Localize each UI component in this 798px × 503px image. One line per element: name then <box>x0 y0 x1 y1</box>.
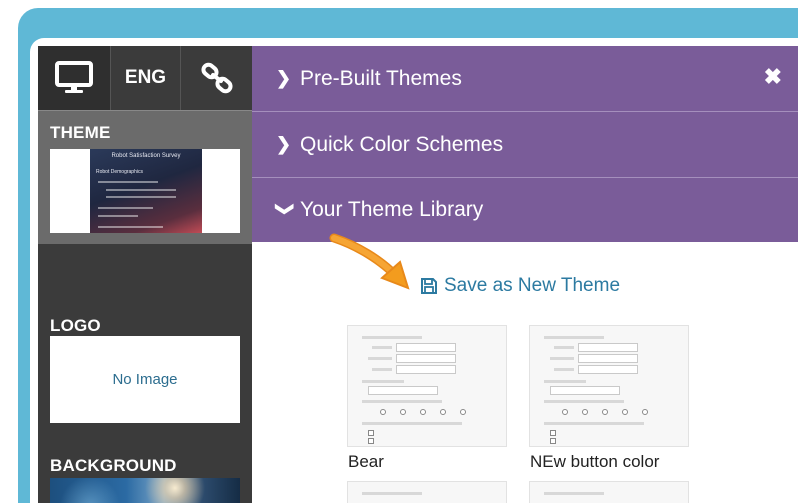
background-label: BACKGROUND <box>50 456 177 475</box>
theme-preview-line <box>98 207 153 209</box>
card-radio <box>380 409 386 415</box>
theme-sidebar: ENG THEME Robot Satisfaction Survey Robo… <box>38 46 252 503</box>
save-as-new-theme-label: Save as New Theme <box>444 275 621 296</box>
accordion-quick-colors-label: Quick Color Schemes <box>300 132 504 156</box>
card-text-line <box>362 400 442 403</box>
theme-preview-line <box>98 226 163 228</box>
theme-preview-line <box>106 189 176 191</box>
theme-card-name[interactable]: NEw button color <box>530 452 659 472</box>
card-text-line <box>372 368 392 371</box>
card-checkbox <box>368 430 374 436</box>
card-radio <box>622 409 628 415</box>
card-radio <box>460 409 466 415</box>
card-text-line <box>372 346 392 349</box>
link-button[interactable] <box>181 46 252 110</box>
theme-label: THEME <box>50 123 111 142</box>
theme-card[interactable] <box>347 481 507 503</box>
theme-card-new-button-color[interactable] <box>529 325 689 447</box>
card-field <box>578 343 638 352</box>
theme-preview[interactable]: Robot Satisfaction Survey Robot Demograp… <box>50 149 240 233</box>
card-text-line <box>362 380 404 383</box>
theme-preview-line <box>98 215 138 217</box>
accordion-library-label: Your Theme Library <box>300 198 484 221</box>
card-field <box>396 343 456 352</box>
sidebar-toolbar: ENG <box>38 46 252 110</box>
card-text-line <box>550 357 574 360</box>
card-text-line <box>544 380 586 383</box>
theme-preview-title: Robot Satisfaction Survey <box>111 153 181 159</box>
card-text-line <box>554 346 574 349</box>
theme-card[interactable] <box>529 481 689 503</box>
card-text-line <box>544 336 604 339</box>
theme-card-bear[interactable] <box>347 325 507 447</box>
card-checkbox <box>550 438 556 444</box>
close-icon[interactable]: ✖ <box>764 64 782 90</box>
card-field <box>550 386 620 395</box>
card-radio <box>420 409 426 415</box>
theme-section[interactable]: THEME Robot Satisfaction Survey Robot De… <box>38 110 252 244</box>
theme-preview-background <box>90 149 202 233</box>
card-field <box>396 354 456 363</box>
card-text-line <box>544 400 624 403</box>
link-icon <box>200 62 233 94</box>
language-button[interactable]: ENG <box>111 46 181 110</box>
card-text-line <box>362 492 422 495</box>
chevron-down-icon: ❯ <box>275 201 296 217</box>
card-text-line <box>362 422 462 425</box>
card-checkbox <box>368 438 374 444</box>
floppy-disk-icon <box>421 278 437 294</box>
chevron-right-icon: ❯ <box>276 134 292 154</box>
chevron-right-icon: ❯ <box>276 68 292 88</box>
theme-preview-subtitle: Robot Demographics <box>96 169 143 175</box>
save-as-new-theme-link[interactable]: Save as New Theme <box>420 275 620 297</box>
theme-preview-line <box>98 181 158 183</box>
card-radio <box>602 409 608 415</box>
logo-label: LOGO <box>50 316 101 335</box>
card-checkbox <box>550 430 556 436</box>
theme-card-name[interactable]: Bear <box>348 452 384 472</box>
theme-preview-line <box>106 196 176 198</box>
card-text-line <box>544 492 604 495</box>
card-radio <box>642 409 648 415</box>
card-text-line <box>544 422 644 425</box>
card-radio <box>582 409 588 415</box>
top-border <box>0 0 798 8</box>
logo-placeholder-text: No Image <box>112 371 178 388</box>
card-field <box>368 386 438 395</box>
accordion-prebuilt-label: Pre-Built Themes <box>300 66 462 90</box>
card-text-line <box>362 336 422 339</box>
accordion-quick-color-schemes[interactable]: ❯ Quick Color Schemes <box>252 112 798 178</box>
card-field <box>578 354 638 363</box>
language-label: ENG <box>124 67 167 88</box>
pointer-arrow-icon <box>329 233 410 290</box>
monitor-icon <box>55 61 93 93</box>
background-preview[interactable] <box>50 478 240 503</box>
card-radio <box>562 409 568 415</box>
card-radio <box>400 409 406 415</box>
accordion-prebuilt-themes[interactable]: ❯ Pre-Built Themes <box>252 46 798 112</box>
card-radio <box>440 409 446 415</box>
card-text-line <box>368 357 392 360</box>
card-text-line <box>554 368 574 371</box>
card-field <box>396 365 456 374</box>
desktop-preview-button[interactable] <box>38 46 111 110</box>
logo-section[interactable]: LOGO No Image <box>38 244 252 423</box>
card-field <box>578 365 638 374</box>
background-section[interactable]: BACKGROUND <box>38 394 252 503</box>
